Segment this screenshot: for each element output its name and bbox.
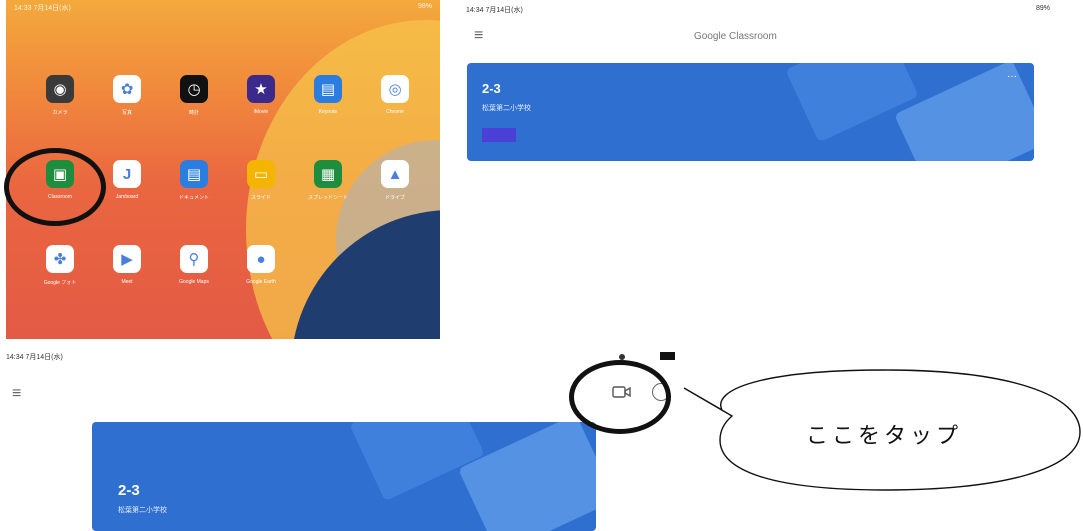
callout-text: ここをタップ <box>806 424 963 449</box>
callout-bubble: ここをタップ <box>0 0 1083 531</box>
